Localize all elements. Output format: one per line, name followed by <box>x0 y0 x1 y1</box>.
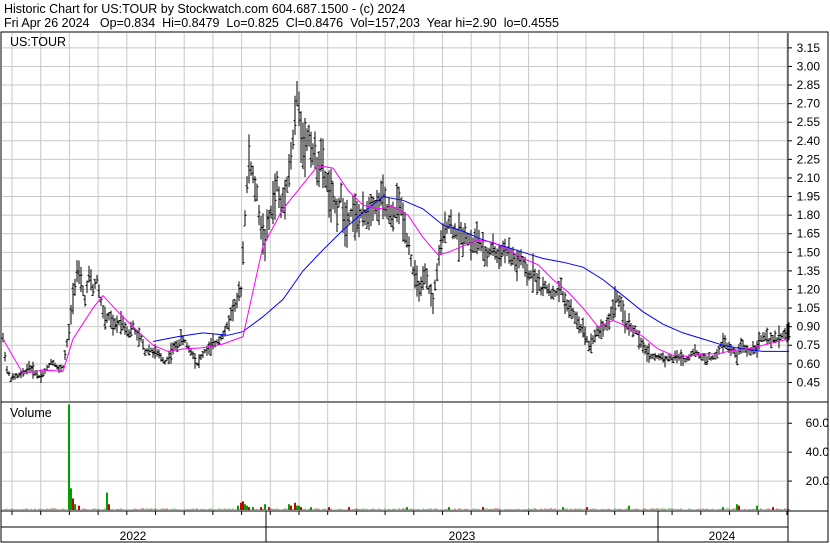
year-label-2023: 2023 <box>449 529 476 543</box>
price-tick-label: 1.65 <box>797 227 821 241</box>
chart-canvas: 3.15 3.00 2.85 2.70 2.55 2.40 2.25 2.10 1.95 1.80… <box>0 31 830 543</box>
price-tick-label: 0.45 <box>797 375 821 389</box>
price-tick-label: 1.20 <box>797 282 821 296</box>
price-tick-label: 1.95 <box>797 190 821 204</box>
price-tick-label: 1.35 <box>797 264 821 278</box>
volume-tick-label: 40.0 <box>806 445 830 459</box>
volume-panel-frame <box>0 401 829 512</box>
price-tick-label: 0.75 <box>797 338 821 352</box>
volume-tick-label: 20.0 <box>806 474 830 488</box>
price-tick-label: 2.10 <box>797 171 821 185</box>
price-tick-label: 3.15 <box>797 41 821 55</box>
price-tick-label: 0.60 <box>797 357 821 371</box>
price-tick-label: 1.80 <box>797 208 821 222</box>
price-tick-label: 2.55 <box>797 115 821 129</box>
price-tick-label: 1.50 <box>797 245 821 259</box>
ticker-label: US:TOUR <box>10 35 66 49</box>
price-tick-label: 3.00 <box>797 59 821 73</box>
year-label-2024: 2024 <box>709 529 736 543</box>
price-tick-label: 2.70 <box>797 97 821 111</box>
price-tick-label: 2.85 <box>797 78 821 92</box>
price-tick-label: 2.40 <box>797 134 821 148</box>
year-label-2022: 2022 <box>120 529 147 543</box>
volume-tick-label: 60.0 <box>806 416 830 430</box>
price-tick-label: 0.90 <box>797 320 821 334</box>
price-tick-label: 2.25 <box>797 152 821 166</box>
price-tick-label: 1.05 <box>797 301 821 315</box>
volume-label: Volume <box>10 406 52 420</box>
